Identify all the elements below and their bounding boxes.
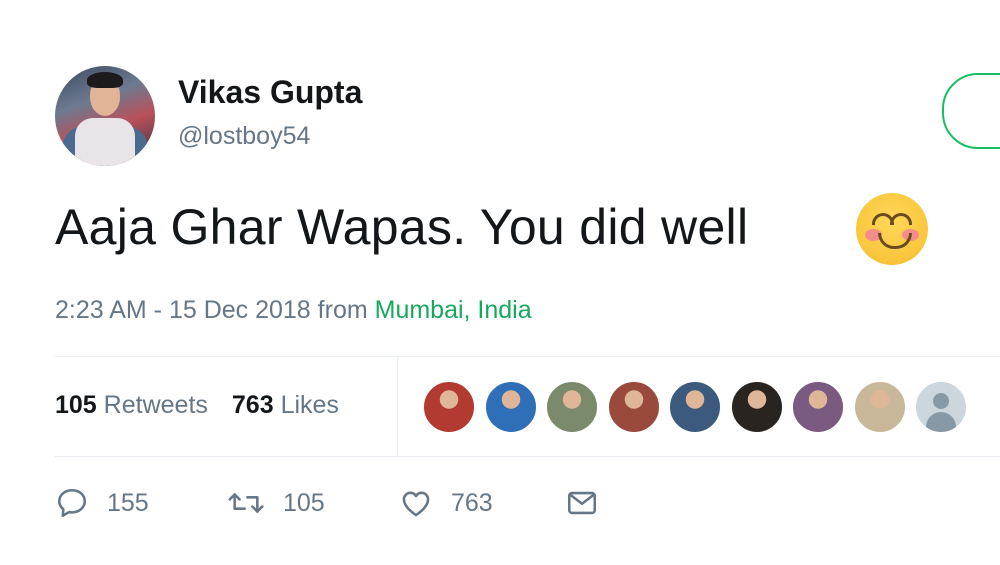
retweets-label: Retweets xyxy=(103,391,208,419)
tweet-text: Aaja Ghar Wapas. You did well xyxy=(55,199,749,255)
retweets-count: 105 xyxy=(55,391,97,419)
liker-avatar-icon[interactable] xyxy=(423,381,475,433)
likes-label: Likes xyxy=(280,391,339,419)
user-handle[interactable]: @lostboy54 xyxy=(178,122,310,151)
reply-count: 155 xyxy=(107,488,149,517)
default-avatar-icon[interactable] xyxy=(915,381,967,433)
engagement-stats: 105 Retweets 763 Likes xyxy=(55,391,339,420)
liker-avatar-icon[interactable] xyxy=(607,381,660,433)
divider-top xyxy=(55,356,1000,357)
like-count: 763 xyxy=(451,488,493,517)
likes-count: 763 xyxy=(231,391,274,419)
user-avatar[interactable] xyxy=(55,66,155,166)
envelope-icon xyxy=(567,491,597,515)
liker-avatar-icon[interactable] xyxy=(853,381,906,433)
heart-icon xyxy=(402,491,430,517)
retweets-stat[interactable]: 105 Retweets xyxy=(55,391,208,419)
liker-avatar-icon[interactable] xyxy=(730,381,783,433)
from-label: from xyxy=(317,296,368,324)
reply-icon xyxy=(57,488,87,518)
divider-bottom xyxy=(55,456,1000,457)
display-name[interactable]: Vikas Gupta xyxy=(178,74,362,111)
like-button[interactable]: 763 xyxy=(399,486,493,520)
location-link[interactable]: Mumbai, India xyxy=(375,296,532,324)
likes-stat[interactable]: 763 Likes xyxy=(232,391,339,419)
stats-divider xyxy=(397,357,398,456)
liker-avatar-icon[interactable] xyxy=(792,381,844,433)
liker-avatar-icon[interactable] xyxy=(546,381,598,433)
follow-button[interactable] xyxy=(942,73,1000,149)
tweet-metadata: 2:23 AM - 15 Dec 2018 from Mumbai, India xyxy=(55,296,532,325)
liker-avatar-icon[interactable] xyxy=(484,381,537,433)
liker-avatar-icon[interactable] xyxy=(669,381,721,433)
reply-button[interactable]: 155 xyxy=(55,486,149,520)
smiling-face-with-smiling-eyes-icon xyxy=(856,193,928,265)
tweet-timestamp[interactable]: 2:23 AM - 15 Dec 2018 xyxy=(55,296,311,324)
retweet-button[interactable]: 105 xyxy=(227,486,325,520)
retweet-count: 105 xyxy=(283,488,325,517)
direct-message-button[interactable] xyxy=(565,486,599,520)
retweet-icon xyxy=(228,493,264,513)
